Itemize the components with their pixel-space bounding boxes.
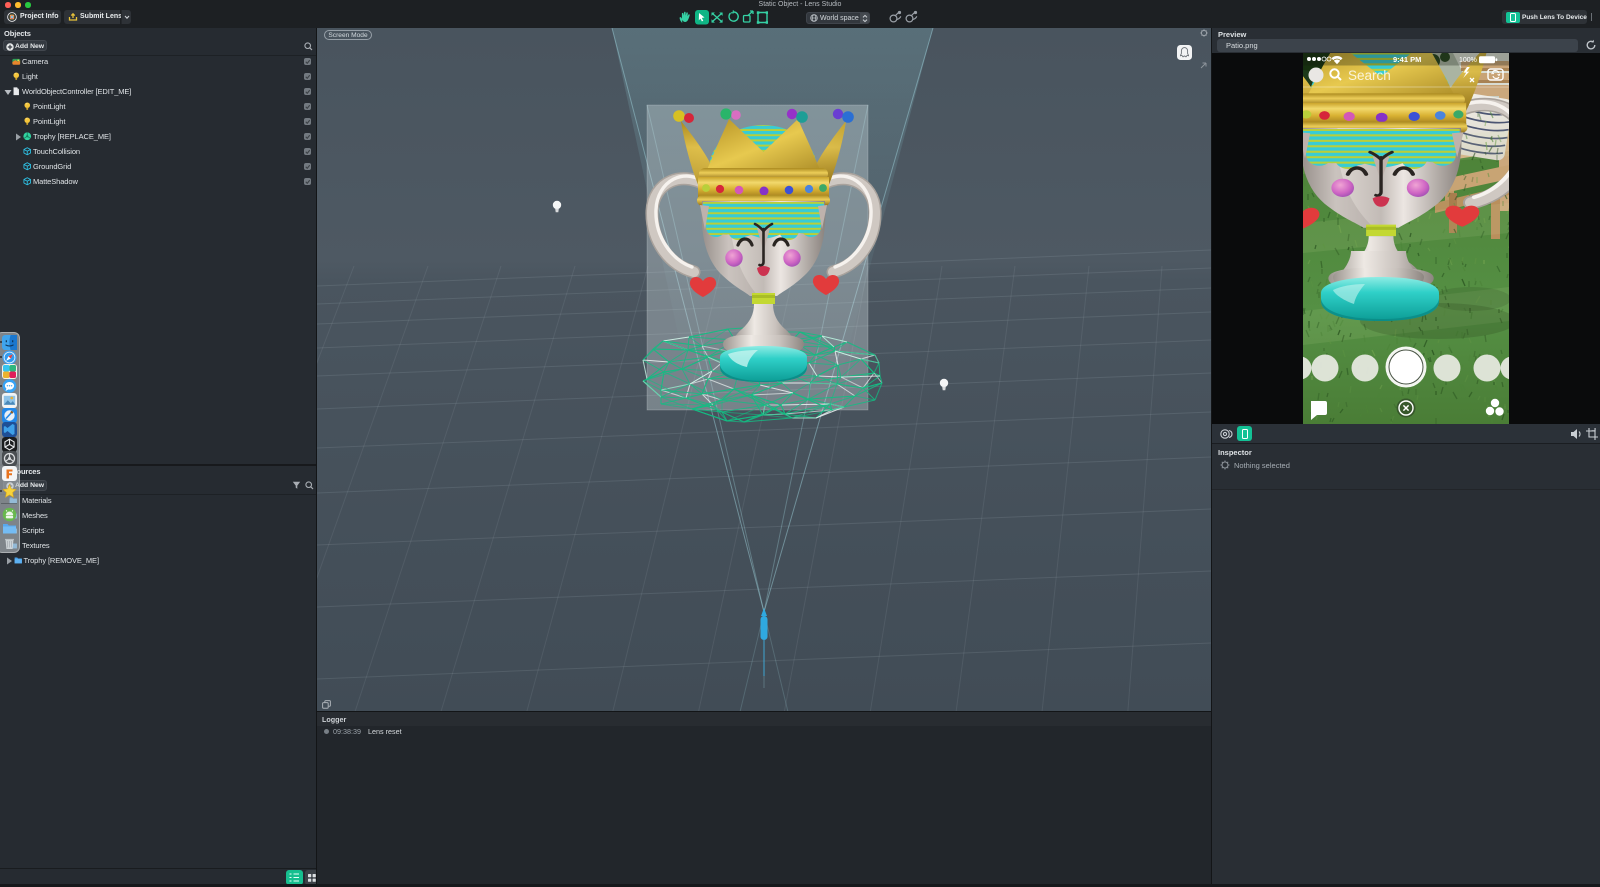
svg-text:Search: Search [1348,68,1391,83]
svg-text:9:41 PM: 9:41 PM [1393,55,1421,64]
svg-text:100%: 100% [1459,57,1477,64]
